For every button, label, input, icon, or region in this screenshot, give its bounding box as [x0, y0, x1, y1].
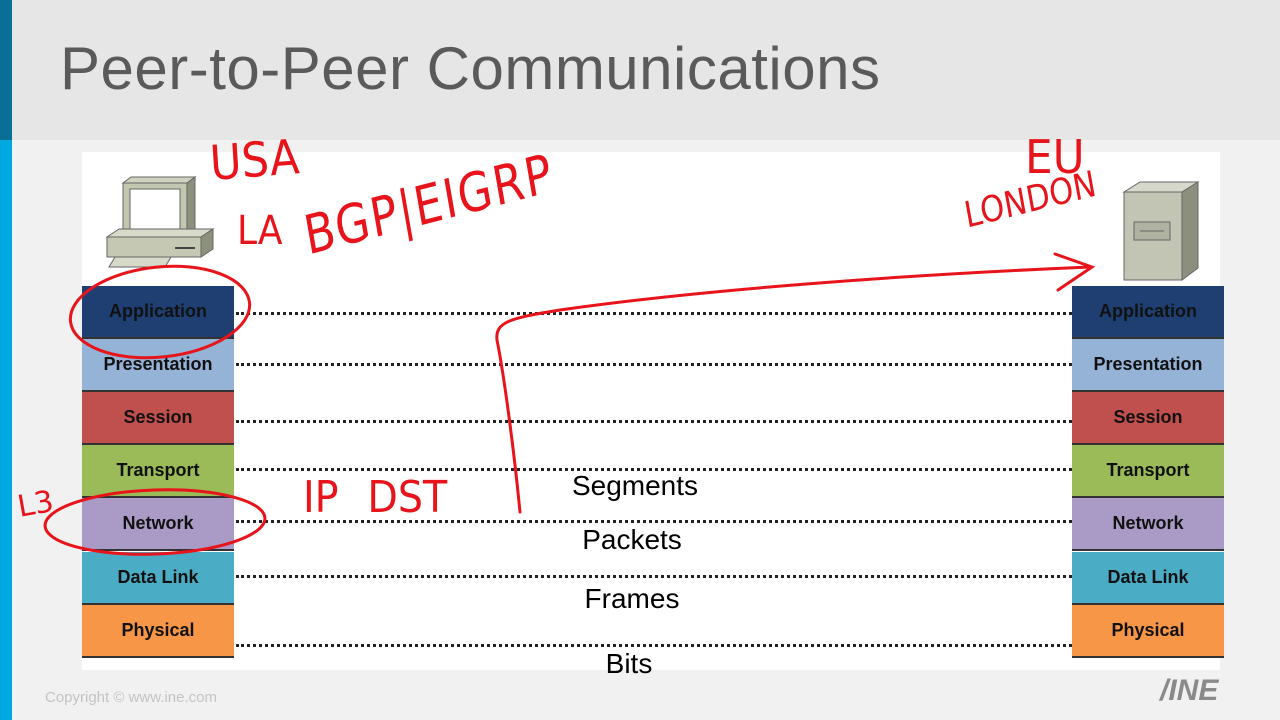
- circle-application: [68, 264, 252, 360]
- ink-strokes: [43, 252, 1096, 556]
- copyright-text: Copyright © www.ine.com: [45, 689, 217, 706]
- circle-network: [43, 488, 267, 556]
- arrow-path: [495, 265, 1092, 514]
- ine-logo: /INE: [1160, 674, 1219, 707]
- arrow-head: [1053, 252, 1096, 292]
